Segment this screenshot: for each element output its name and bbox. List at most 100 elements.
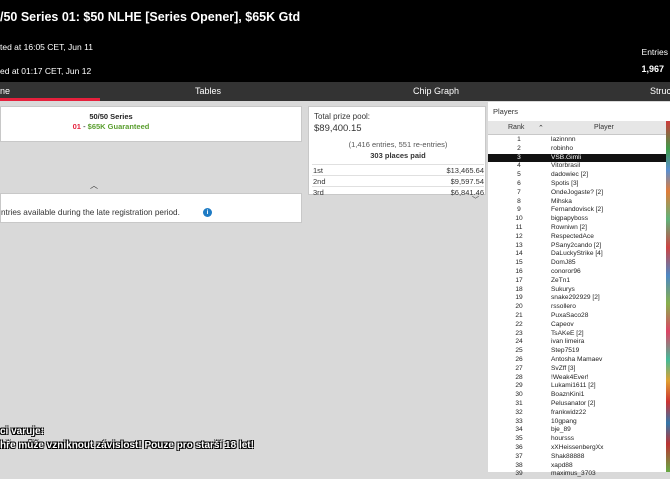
player-name: Fernandovisck [2] — [551, 206, 604, 214]
player-rank: 10 — [515, 215, 523, 223]
player-name: bigpapyboss — [551, 215, 589, 223]
table-row[interactable]: 14 DaLuckyStrike [4] — [488, 250, 670, 259]
player-rank: 38 — [515, 461, 523, 469]
table-row[interactable]: 4 Vitorbrasil — [488, 162, 670, 171]
player-rank: 16 — [515, 268, 523, 275]
column-rank[interactable]: Rank — [508, 124, 524, 131]
player-name: Vitorbrasil — [551, 162, 581, 170]
table-row[interactable]: 2 robinho — [488, 145, 670, 154]
table-row[interactable]: 26 Antosha Mamaev — [488, 356, 670, 365]
chevron-down-icon[interactable]: ﹀ — [472, 195, 479, 205]
player-rank: 37 — [515, 452, 523, 460]
player-name: DaLuckyStrike [4] — [551, 250, 603, 258]
player-rank: 24 — [515, 338, 523, 346]
table-row[interactable]: 10 bigpapyboss — [488, 215, 670, 224]
player-rank: 8 — [517, 197, 521, 205]
chevron-up-icon[interactable]: ︿ — [90, 180, 98, 191]
scrollbar-color-strip[interactable] — [666, 121, 670, 472]
table-row[interactable]: 17 ZeTn1 — [488, 277, 670, 286]
active-tab-indicator — [0, 98, 100, 101]
table-row[interactable]: 5 dadowiec [2] — [488, 171, 670, 180]
table-row[interactable]: 32 frankwidz22 — [488, 409, 670, 418]
player-rank: 26 — [515, 356, 523, 363]
player-rank: 11 — [515, 224, 523, 231]
player-name: lazinnnn — [551, 136, 576, 143]
player-rank: 28 — [515, 373, 523, 381]
table-row[interactable]: 16 conoror96 — [488, 268, 670, 277]
players-title: Players — [493, 107, 519, 116]
table-row[interactable]: 29 Lukami1611 [2] — [488, 382, 670, 391]
player-name: xapd88 — [551, 461, 573, 469]
player-name: rssollero — [551, 303, 576, 311]
info-icon[interactable]: i — [203, 208, 212, 217]
tab-tables[interactable]: Tables — [195, 86, 221, 96]
player-name: DomJ85 — [551, 259, 576, 267]
player-name: conoror96 — [551, 268, 581, 275]
table-row[interactable]: 9 Fernandovisck [2] — [488, 206, 670, 215]
player-name: Spotis [3] — [551, 180, 579, 187]
table-row[interactable]: 20 rssollero — [488, 303, 670, 312]
late-registration-panel: ntries available during the late registr… — [0, 193, 302, 223]
table-row[interactable]: 30 BoaznKini1 — [488, 391, 670, 400]
table-row[interactable]: 15 DomJ85 — [488, 259, 670, 268]
player-name: Mihska — [551, 197, 572, 205]
table-row[interactable]: 7 OndeJogaste? [2] — [488, 189, 670, 198]
table-row[interactable]: 21 PuxaSaco28 — [488, 312, 670, 321]
table-row[interactable]: 36 xXHeissenbergXx — [488, 444, 670, 453]
player-name: bje_89 — [551, 426, 571, 434]
player-name: Capeov — [551, 320, 574, 328]
player-name: Antosha Mamaev — [551, 356, 603, 363]
ended-time: ed at 01:17 CET, Jun 12 — [0, 66, 92, 76]
guarantee-amount: $65K Guaranteed — [87, 122, 150, 131]
player-name: Rowniwn [2] — [551, 224, 587, 231]
player-rank: 9 — [517, 206, 521, 214]
player-rank: 27 — [515, 364, 523, 372]
series-number: 01 — [72, 122, 81, 131]
table-row[interactable]: 11 Rowniwn [2] — [488, 224, 670, 233]
player-rank: 36 — [515, 444, 523, 451]
player-rank: 20 — [515, 303, 523, 311]
player-rank: 30 — [515, 391, 523, 399]
player-rank: 33 — [515, 417, 523, 425]
table-row[interactable]: 34 bje_89 — [488, 426, 670, 435]
table-row[interactable]: 8 Mihska — [488, 198, 670, 207]
payout-row: 3rd $6,841.46 — [312, 186, 484, 197]
table-row[interactable]: 38 xapd88 — [488, 462, 670, 471]
payout-place: 3rd — [313, 188, 324, 197]
column-player[interactable]: Player — [594, 124, 614, 131]
tab-chip-graph[interactable]: Chip Graph — [413, 86, 459, 96]
player-rank: 4 — [517, 162, 521, 170]
table-row[interactable]: 12 RespectedAce — [488, 233, 670, 242]
tab-structure[interactable]: Struc — [650, 86, 670, 96]
player-name: robinho — [551, 144, 573, 152]
players-column-header: Rank ⌃ Player — [488, 121, 670, 135]
table-row[interactable]: 25 Step7519 — [488, 347, 670, 356]
tab-home[interactable]: ne — [0, 86, 10, 96]
player-name: Lukami1611 [2] — [551, 382, 596, 390]
entries-value: 1,967 — [641, 64, 664, 74]
places-paid: 303 places paid — [370, 151, 426, 160]
player-name: !Weak4Ever! — [551, 373, 589, 381]
table-row[interactable]: 33 10gpang — [488, 418, 670, 427]
table-row[interactable]: 6 Spotis [3] — [488, 180, 670, 189]
table-row[interactable]: 31 Pelusanator [2] — [488, 400, 670, 409]
table-row[interactable]: 35 hoursss — [488, 435, 670, 444]
table-row[interactable]: 3 VSB.Gimli — [488, 153, 670, 163]
player-name: snake292929 [2] — [551, 294, 600, 302]
table-row[interactable]: 23 TsAKeE [2] — [488, 330, 670, 339]
table-row[interactable]: 37 Shak88888 — [488, 453, 670, 462]
payout-place: 2nd — [313, 177, 326, 186]
table-row[interactable]: 1 lazinnnn — [488, 136, 670, 145]
table-row[interactable]: 24 ivan limeira — [488, 338, 670, 347]
player-rank: 35 — [515, 435, 523, 443]
table-row[interactable]: 19 snake292929 [2] — [488, 294, 670, 303]
table-row[interactable]: 28 !Weak4Ever! — [488, 374, 670, 383]
sort-ascending-icon[interactable]: ⌃ — [538, 124, 544, 132]
player-rank: 23 — [515, 329, 523, 337]
table-row[interactable]: 27 SvZff [3] — [488, 365, 670, 374]
table-row[interactable]: 18 Sukurys — [488, 286, 670, 295]
table-row[interactable]: 22 Capeov — [488, 321, 670, 330]
table-row[interactable]: 13 PSany2cando [2] — [488, 242, 670, 251]
tab-bar: ne Tables Chip Graph Struc — [0, 82, 670, 101]
player-name: hoursss — [551, 435, 575, 443]
